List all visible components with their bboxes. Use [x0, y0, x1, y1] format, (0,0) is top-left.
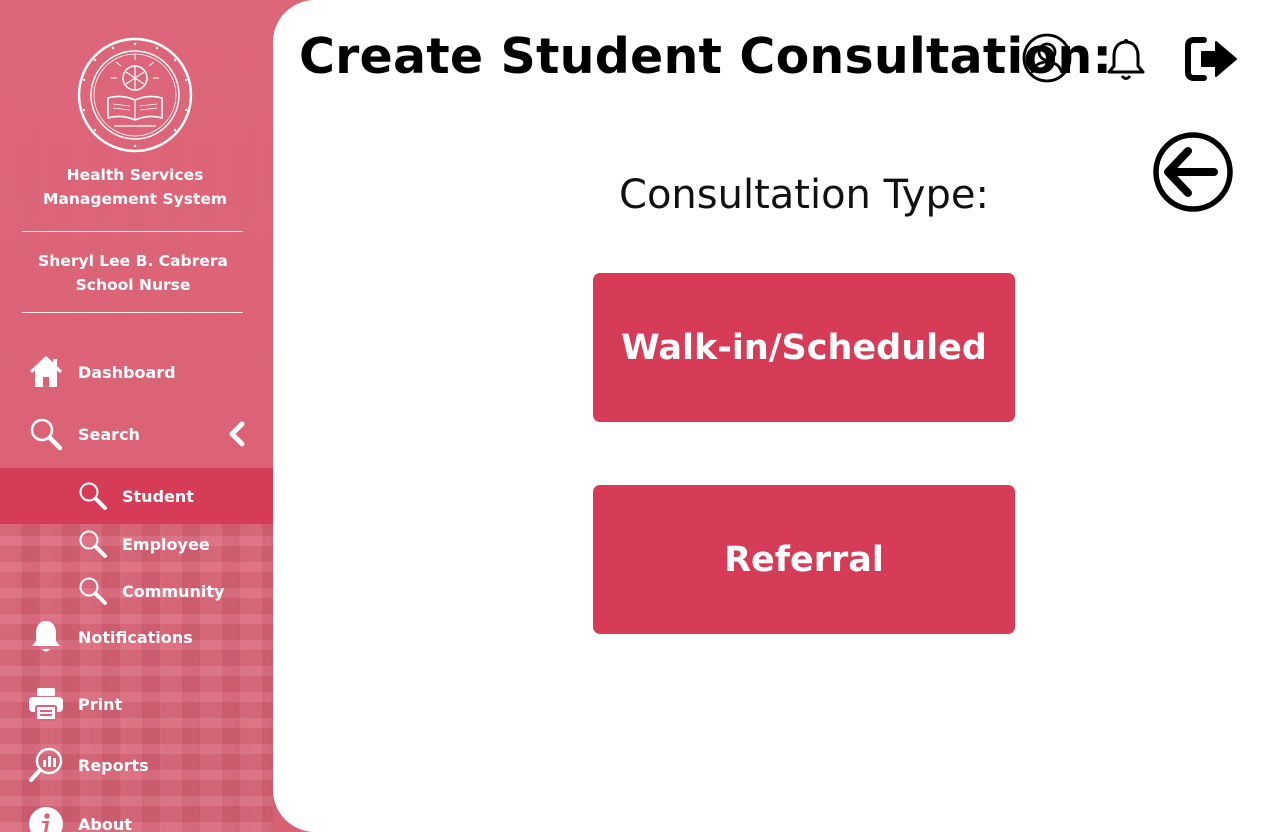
referral-button[interactable]: Referral: [593, 485, 1015, 634]
sidebar-item-label: Reports: [78, 755, 149, 775]
sidebar-item-label: Dashboard: [78, 362, 176, 382]
search-icon: [78, 576, 108, 606]
sidebar-subitem-label: Community: [122, 581, 225, 601]
search-icon: [78, 481, 108, 511]
printer-icon: [28, 686, 64, 722]
sidebar-subitem-community[interactable]: Community: [0, 567, 273, 615]
main-panel: Create Student Consultation: Consultatio…: [273, 0, 1280, 832]
sidebar-item-notifications[interactable]: Notifications: [0, 609, 273, 665]
sidebar-item-label: Search: [78, 424, 140, 444]
sidebar-item-label: About: [78, 814, 132, 832]
app-title: Health Services Management System: [0, 163, 270, 211]
search-icon: [28, 416, 64, 452]
divider: [22, 231, 243, 232]
sidebar-item-label: Notifications: [78, 627, 193, 647]
page-title: Create Student Consultation:: [299, 28, 1113, 85]
bell-icon[interactable]: [1103, 36, 1149, 84]
app-title-line1: Health Services: [66, 166, 204, 184]
university-seal-logo: [77, 37, 193, 153]
sidebar-subitem-student[interactable]: Student: [0, 468, 273, 524]
chevron-left-icon[interactable]: [226, 421, 248, 447]
divider: [22, 312, 243, 313]
user-role: School Nurse: [75, 276, 191, 294]
sidebar-item-label: Print: [78, 694, 123, 714]
sidebar-item-print[interactable]: Print: [0, 676, 273, 732]
sidebar-subitem-label: Student: [122, 486, 194, 506]
sidebar-subitem-label: Employee: [122, 534, 210, 554]
consultation-type-label: Consultation Type:: [619, 172, 989, 218]
user-name: Sheryl Lee B. Cabrera: [38, 252, 228, 270]
sidebar: Health Services Management System Sheryl…: [0, 0, 300, 832]
walk-in-scheduled-button[interactable]: Walk-in/Scheduled: [593, 273, 1015, 422]
user-circle-icon[interactable]: [1021, 32, 1073, 84]
home-icon: [28, 354, 64, 390]
sidebar-item-reports[interactable]: Reports: [0, 737, 273, 793]
sidebar-item-dashboard[interactable]: Dashboard: [0, 344, 273, 400]
sidebar-subitem-employee[interactable]: Employee: [0, 520, 273, 568]
bell-icon: [28, 619, 64, 655]
search-icon: [78, 529, 108, 559]
logout-icon[interactable]: [1183, 34, 1241, 84]
reports-icon: [28, 747, 64, 783]
app-title-line2: Management System: [42, 190, 228, 208]
sidebar-item-about[interactable]: About: [0, 796, 273, 832]
sidebar-item-search[interactable]: Search: [0, 406, 273, 462]
info-icon: [28, 806, 64, 832]
user-profile: Sheryl Lee B. Cabrera School Nurse: [0, 249, 266, 297]
